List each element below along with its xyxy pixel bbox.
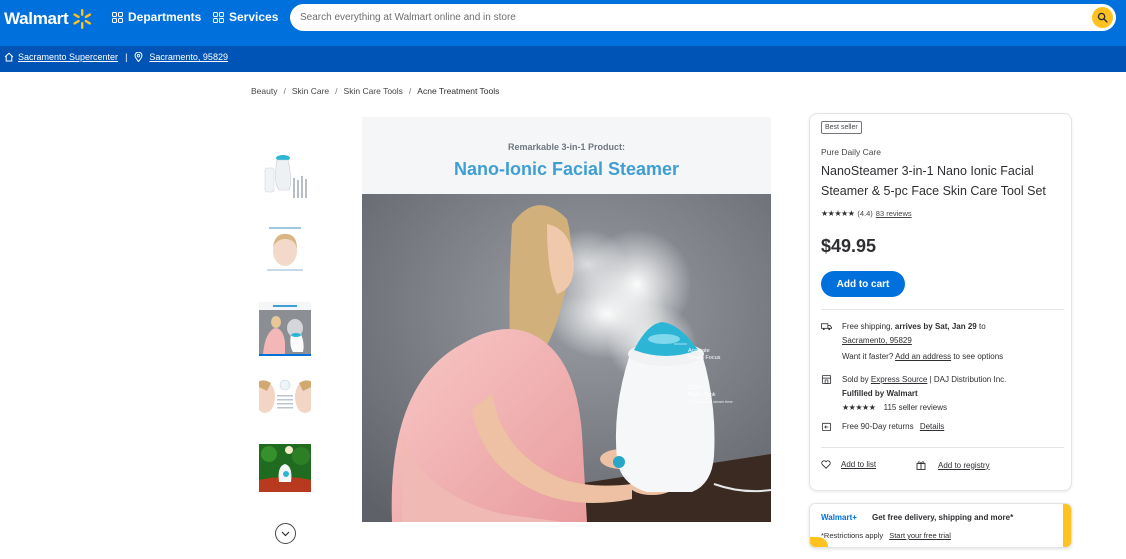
store-bar: Sacramento Supercenter | Sacramento, 958… xyxy=(0,46,1126,72)
services-button[interactable]: Services xyxy=(213,10,278,24)
add-address-link[interactable]: Add an address xyxy=(895,352,951,361)
returns-text: Free 90-Day returns xyxy=(842,422,914,431)
hero-subtitle: Remarkable 3-in-1 Product: xyxy=(507,142,626,152)
add-to-list-button[interactable]: Add to list xyxy=(821,460,876,469)
truck-icon xyxy=(821,323,832,331)
restrictions-text: *Restrictions apply xyxy=(821,531,884,540)
services-label: Services xyxy=(229,10,279,24)
faster-prefix: Want it faster? xyxy=(842,352,896,361)
reviews-link[interactable]: 83 reviews xyxy=(876,209,912,218)
logo-text: Walmart xyxy=(4,9,69,28)
add-to-cart-button[interactable]: Add to cart xyxy=(821,271,905,297)
grid-icon xyxy=(213,11,224,23)
hero-title: Nano-Ionic Facial Steamer xyxy=(453,159,680,179)
breadcrumb-item[interactable]: Skin Care Tools xyxy=(344,86,403,96)
top-header: Walmart Departments Services Search ever… xyxy=(0,0,1126,46)
walmart-plus-banner[interactable]: Walmart+ Get free delivery, shipping and… xyxy=(809,503,1072,548)
product-title: NanoSteamer 3-in-1 Nano Ionic Facial Ste… xyxy=(821,164,1046,198)
walmart-plus-pitch: Get free delivery, shipping and more* xyxy=(872,513,1014,522)
product-rating: ★★★★★ (4.4) 83 reviews xyxy=(821,209,912,218)
spark-icon xyxy=(73,9,92,29)
search-button[interactable] xyxy=(1092,7,1113,28)
search-input[interactable]: Search everything at Walmart online and … xyxy=(300,12,1092,23)
thumbnail-image xyxy=(259,225,311,277)
seller-link[interactable]: Express Source xyxy=(871,375,927,384)
sold-by-prefix: Sold by xyxy=(842,375,871,384)
shipping-info: Free shipping, arrives by Sat, Jan 29 to… xyxy=(821,320,986,348)
breadcrumb-separator: / xyxy=(283,86,286,96)
walmart-plus-fineprint: *Restrictions apply Start your free tria… xyxy=(821,531,951,540)
home-icon xyxy=(4,52,14,62)
add-to-registry-button[interactable]: Add to registry xyxy=(916,460,990,470)
banner-accent xyxy=(1063,504,1071,547)
divider xyxy=(821,447,1064,448)
breadcrumb: Beauty / Skin Care / Skin Care Tools / A… xyxy=(251,86,499,96)
store-separator: | xyxy=(125,52,128,62)
rating-value: (4.4) xyxy=(857,209,873,218)
walmart-plus-logo: Walmart+ xyxy=(821,513,857,522)
grid-icon xyxy=(112,11,123,23)
shipping-prefix: Free shipping, xyxy=(842,322,895,331)
hero-banner: Remarkable 3-in-1 Product: Nano-Ionic Fa… xyxy=(362,117,771,194)
store-link[interactable]: Sacramento Supercenter xyxy=(18,52,118,62)
divider xyxy=(821,309,1064,310)
seller-suffix: | DAJ Distribution Inc. xyxy=(927,375,1007,384)
breadcrumb-item[interactable]: Skin Care xyxy=(292,86,329,96)
breadcrumb-separator: / xyxy=(408,86,412,96)
thumbnail-image xyxy=(259,152,311,204)
chevron-down-icon xyxy=(281,531,290,536)
more-thumbnails-button[interactable] xyxy=(275,523,296,544)
free-trial-link[interactable]: Start your free trial xyxy=(889,531,951,540)
seller-info: Sold by Express Source | DAJ Distributio… xyxy=(821,373,1006,415)
gift-icon xyxy=(916,461,926,470)
search-bar[interactable]: Search everything at Walmart online and … xyxy=(290,4,1116,31)
location-pin-icon xyxy=(134,52,143,62)
thumbnail-5[interactable] xyxy=(259,444,311,492)
thumbnail-2[interactable] xyxy=(259,225,311,277)
best-seller-badge: Best seller xyxy=(821,121,862,134)
faster-delivery: Want it faster? Add an address to see op… xyxy=(821,350,1003,364)
thumbnail-image xyxy=(259,371,311,423)
add-to-list-label[interactable]: Add to list xyxy=(841,460,876,469)
shipping-arrival: arrives by Sat, Jan 29 xyxy=(894,322,977,331)
breadcrumb-item[interactable]: Beauty xyxy=(251,86,277,96)
walmart-logo[interactable]: Walmart xyxy=(4,8,93,30)
thumbnail-4[interactable] xyxy=(259,371,311,423)
location-link[interactable]: Sacramento, 95829 xyxy=(149,52,228,62)
callout-water-tank: 200ml Water Tank 30 minutes of steam tim… xyxy=(688,385,733,405)
departments-button[interactable]: Departments xyxy=(112,10,201,24)
breadcrumb-item-current[interactable]: Acne Treatment Tools xyxy=(417,86,499,96)
search-icon xyxy=(1097,12,1108,23)
store-icon xyxy=(821,374,832,385)
breadcrumb-separator: / xyxy=(335,86,338,96)
product-price: $49.95 xyxy=(821,236,877,256)
thumbnail-image xyxy=(259,444,311,492)
thumbnail-image xyxy=(259,302,311,354)
returns-icon xyxy=(821,422,832,432)
seller-reviews[interactable]: 115 seller reviews xyxy=(884,403,947,412)
seller-stars-icon: ★★★★★ xyxy=(842,403,876,412)
rating-stars-icon: ★★★★★ xyxy=(821,209,855,218)
thumbnail-1[interactable] xyxy=(259,152,311,204)
heart-icon xyxy=(821,460,831,469)
thumbnail-3-selected[interactable] xyxy=(259,302,311,356)
buy-box: Best seller Pure Daily Care NanoSteamer … xyxy=(809,113,1072,491)
callout-steam-focus: Accurate Steam Focus xyxy=(688,348,721,362)
add-to-registry-label[interactable]: Add to registry xyxy=(938,461,990,470)
product-brand[interactable]: Pure Daily Care xyxy=(821,147,881,157)
main-product-image[interactable]: Remarkable 3-in-1 Product: Nano-Ionic Fa… xyxy=(362,117,771,522)
faster-suffix: to see options xyxy=(951,352,1004,361)
shipping-to: to xyxy=(976,322,986,331)
returns-details-link[interactable]: Details xyxy=(920,422,944,431)
returns-info: Free 90-Day returns Details xyxy=(821,420,944,434)
departments-label: Departments xyxy=(128,10,202,24)
shipping-location-link[interactable]: Sacramento, 95829 xyxy=(842,336,912,345)
fulfilled-by: Fulfilled by Walmart xyxy=(842,389,918,398)
